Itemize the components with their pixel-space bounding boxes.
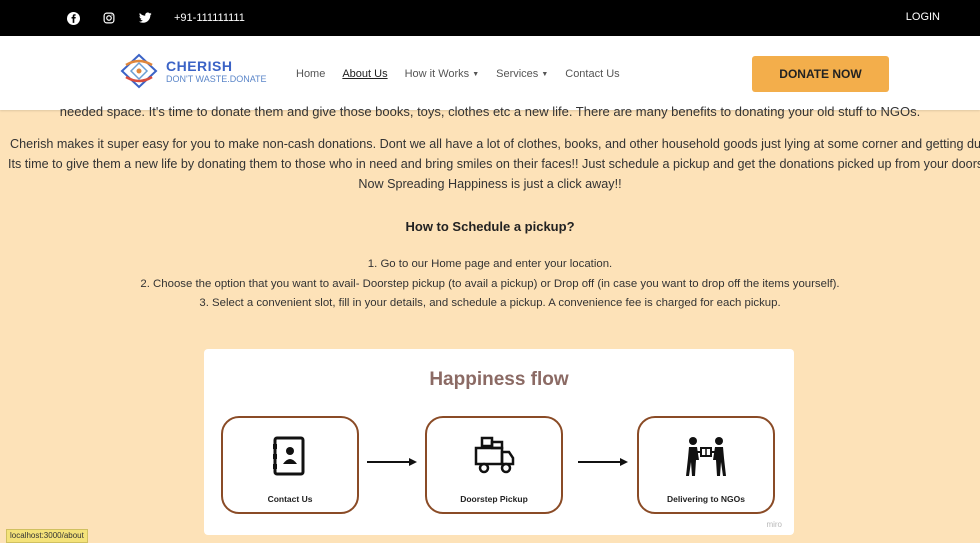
nav-how-it-works-label: How it Works: [404, 68, 470, 80]
nav-about-us[interactable]: About Us: [342, 68, 387, 80]
intro-line: Its time to give them a new life by dona…: [8, 157, 980, 171]
phone-number: +91-111111111: [174, 12, 245, 24]
facebook-icon[interactable]: [66, 11, 80, 25]
step-item: 1. Go to our Home page and enter your lo…: [367, 258, 613, 270]
howto-heading: How to Schedule a pickup?: [405, 219, 575, 234]
top-bar: +91-111111111 LOGIN: [0, 0, 980, 36]
caret-down-icon: ▼: [472, 71, 480, 78]
caret-down-icon: ▼: [541, 71, 549, 78]
step-item: 3. Select a convenient slot, fill in you…: [199, 297, 781, 309]
steps-list: 1. Go to our Home page and enter your lo…: [0, 255, 980, 314]
miro-watermark: miro: [766, 520, 782, 529]
intro-paragraph: Cherish makes it super easy for you to m…: [0, 134, 980, 194]
people-exchanging-gift-icon: [639, 436, 773, 478]
twitter-icon[interactable]: [138, 11, 152, 25]
intro-line: Now Spreading Happiness is just a click …: [358, 177, 622, 191]
logo[interactable]: CHERISH DON'T WASTE.DONATE: [118, 53, 267, 89]
flow-step-label: Contact Us: [267, 494, 313, 504]
flow-step-label: Delivering to NGOs: [667, 494, 745, 504]
nav-services-label: Services: [496, 68, 539, 80]
flow-title: Happiness flow: [429, 369, 569, 390]
donate-now-button[interactable]: DONATE NOW: [752, 56, 889, 92]
flow-step-contact: Contact Us: [221, 416, 359, 514]
intro-line: Cherish makes it super easy for you to m…: [10, 137, 980, 151]
arrow-right-icon: [578, 458, 628, 466]
step-item: 2. Choose the option that you want to av…: [140, 277, 840, 290]
flow-step-delivering: Delivering to NGOs: [637, 416, 775, 514]
nav-how-it-works[interactable]: How it Works ▼: [405, 68, 480, 80]
nav-services[interactable]: Services ▼: [496, 68, 548, 80]
flow-step-pickup: Doorstep Pickup: [425, 416, 563, 514]
contact-book-icon: [223, 436, 357, 476]
nav-contact-us[interactable]: Contact Us: [565, 68, 619, 80]
flow-step-label: Doorstep Pickup: [460, 494, 528, 504]
login-link[interactable]: LOGIN: [906, 11, 940, 23]
brand-tagline: DON'T WASTE.DONATE: [166, 73, 267, 84]
happiness-flow-card: Happiness flow Contact Us Doorstep Picku…: [204, 349, 794, 535]
nav-home[interactable]: Home: [296, 68, 325, 80]
clipped-paragraph: needed space. It's time to donate them a…: [59, 104, 921, 119]
brand-title: CHERISH: [166, 57, 233, 74]
arrow-right-icon: [367, 458, 417, 466]
navbar: CHERISH DON'T WASTE.DONATE Home About Us…: [0, 36, 980, 110]
delivery-truck-icon: [427, 436, 561, 476]
social-links: +91-111111111: [66, 0, 245, 36]
cherish-logo-icon: [120, 53, 158, 89]
instagram-icon[interactable]: [102, 11, 116, 25]
main-nav: Home About Us How it Works ▼ Services ▼ Co…: [296, 68, 620, 80]
